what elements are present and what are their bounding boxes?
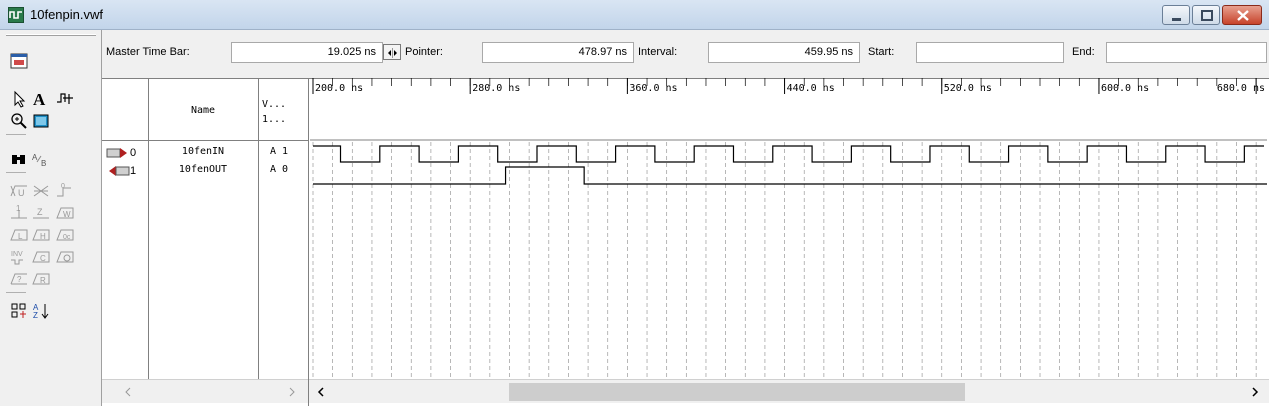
signal-list-header: Name V... 1... <box>102 79 308 141</box>
waveform-toolbar: A AB U 0 1 Z W L H 0c INV C ? R A Z <box>0 30 102 406</box>
end-field[interactable] <box>1106 42 1267 63</box>
master-time-bar-field[interactable]: 19.025 ns <box>231 42 383 63</box>
close-icon <box>1237 10 1249 21</box>
maximize-button[interactable] <box>1192 5 1220 25</box>
random-values-icon[interactable]: R <box>30 268 52 290</box>
forcing-low-icon[interactable]: 1 <box>8 202 30 224</box>
svg-text:A: A <box>33 90 46 108</box>
interval-label: Interval: <box>638 46 678 58</box>
window-title: 10fenpin.vwf <box>30 7 103 22</box>
interval-field[interactable]: 459.95 ns <box>708 42 860 63</box>
output-pin-icon <box>109 165 130 176</box>
timeline-tick-label: 360.0 ns <box>629 83 677 94</box>
scroll-thumb <box>509 383 965 401</box>
scroll-left-icon <box>317 387 324 397</box>
timeline-tick-label: 680.0 ns <box>1217 83 1265 94</box>
minimize-button[interactable] <box>1162 5 1190 25</box>
svg-text:H: H <box>40 232 46 241</box>
weak-high-icon[interactable]: H <box>30 224 52 246</box>
snap-to-grid-icon[interactable] <box>8 300 30 322</box>
signal-row[interactable]: 1 10fenOUT A 0 <box>102 161 308 179</box>
waveform-10fenOUT <box>313 166 1267 185</box>
text-tool-icon[interactable]: A <box>30 88 52 110</box>
zoom-tool-icon[interactable] <box>8 110 30 132</box>
timeline-tick-label: 200.0 ns <box>315 83 363 94</box>
svg-text:R: R <box>40 276 46 285</box>
signal-row[interactable]: 0 10fenIN A 1 <box>102 143 308 161</box>
timeline-tick-label: 280.0 ns <box>472 83 520 94</box>
value-column-header[interactable]: V... 1... <box>262 97 286 127</box>
info-bar: Master Time Bar: 19.025 ns Pointer: 478.… <box>102 30 1269 78</box>
scroll-right-icon <box>1252 387 1259 397</box>
toolbar-grip[interactable] <box>6 34 96 36</box>
master-time-bar-spinner[interactable] <box>383 44 401 60</box>
waveform-scrollbar[interactable] <box>309 379 1269 403</box>
svg-text:0c: 0c <box>63 234 71 241</box>
signal-value: A 1 <box>270 146 289 157</box>
svg-text:C: C <box>40 254 46 263</box>
count-value-icon[interactable]: C <box>30 246 52 268</box>
start-label: Start: <box>868 46 895 58</box>
svg-text:W: W <box>63 210 71 219</box>
waveform-10fenIN <box>313 145 1264 163</box>
input-pin-icon <box>106 147 127 158</box>
overwrite-clock-icon[interactable] <box>54 246 76 268</box>
svg-text:1: 1 <box>16 204 21 213</box>
high-impedance-icon[interactable]: Z <box>30 202 52 224</box>
sort-icon[interactable]: AZ <box>30 300 52 322</box>
waveform-properties-icon[interactable] <box>8 50 30 72</box>
selection-tool-icon[interactable] <box>8 88 30 110</box>
svg-text:Z: Z <box>33 311 38 320</box>
name-column-header[interactable]: Name <box>148 79 258 141</box>
svg-text:A: A <box>32 153 38 162</box>
invert-icon-alt[interactable]: 0c <box>54 224 76 246</box>
timeline-tick-label: 600.0 ns <box>1101 83 1149 94</box>
svg-text:L: L <box>18 232 23 241</box>
title-bar: 10fenpin.vwf <box>0 0 1269 30</box>
forcing-unknown-icon[interactable]: 0 <box>54 180 76 202</box>
end-label: End: <box>1072 46 1095 58</box>
waveform-editing-tool-icon[interactable] <box>54 88 76 110</box>
svg-text:U: U <box>18 188 25 198</box>
waveform-display[interactable]: 200.0 ns 280.0 ns 360.0 ns 440.0 ns 520.0 ns… <box>310 78 1267 378</box>
dont-care-icon[interactable] <box>30 180 52 202</box>
uninitialized-icon[interactable]: U <box>8 180 30 202</box>
svg-text:0: 0 <box>61 183 65 190</box>
signal-name: 10fenIN <box>181 146 225 157</box>
svg-text:Z: Z <box>37 207 43 217</box>
signal-value: A 0 <box>270 164 289 175</box>
svg-text:?: ? <box>17 275 22 284</box>
scroll-right-icon <box>289 387 295 397</box>
start-field[interactable] <box>916 42 1064 63</box>
arrow-left-right-icon <box>388 48 397 58</box>
weak-low-icon[interactable]: L <box>8 224 30 246</box>
pointer-field[interactable]: 478.97 ns <box>482 42 634 63</box>
master-time-bar-label: Master Time Bar: <box>106 46 190 58</box>
pointer-label: Pointer: <box>405 46 443 58</box>
waveform-file-icon <box>8 7 24 23</box>
svg-text:B: B <box>41 159 46 168</box>
timeline-tick-label: 520.0 ns <box>944 83 992 94</box>
signal-list-scrollbar[interactable] <box>102 379 308 403</box>
maximize-icon <box>1201 10 1213 21</box>
weak-unknown-icon[interactable]: W <box>54 202 76 224</box>
find-icon[interactable] <box>8 148 30 170</box>
scroll-left-icon <box>125 387 131 397</box>
minimize-icon <box>1172 18 1181 21</box>
full-screen-icon[interactable] <box>30 110 52 132</box>
timeline-tick-label: 440.0 ns <box>787 83 835 94</box>
close-button[interactable] <box>1222 5 1262 25</box>
replace-icon[interactable]: AB <box>30 148 52 170</box>
svg-text:INV: INV <box>11 251 23 258</box>
invert-icon[interactable]: INV <box>8 246 30 268</box>
arbitrary-value-icon[interactable]: ? <box>8 268 30 290</box>
signal-name: 10fenOUT <box>178 164 228 175</box>
